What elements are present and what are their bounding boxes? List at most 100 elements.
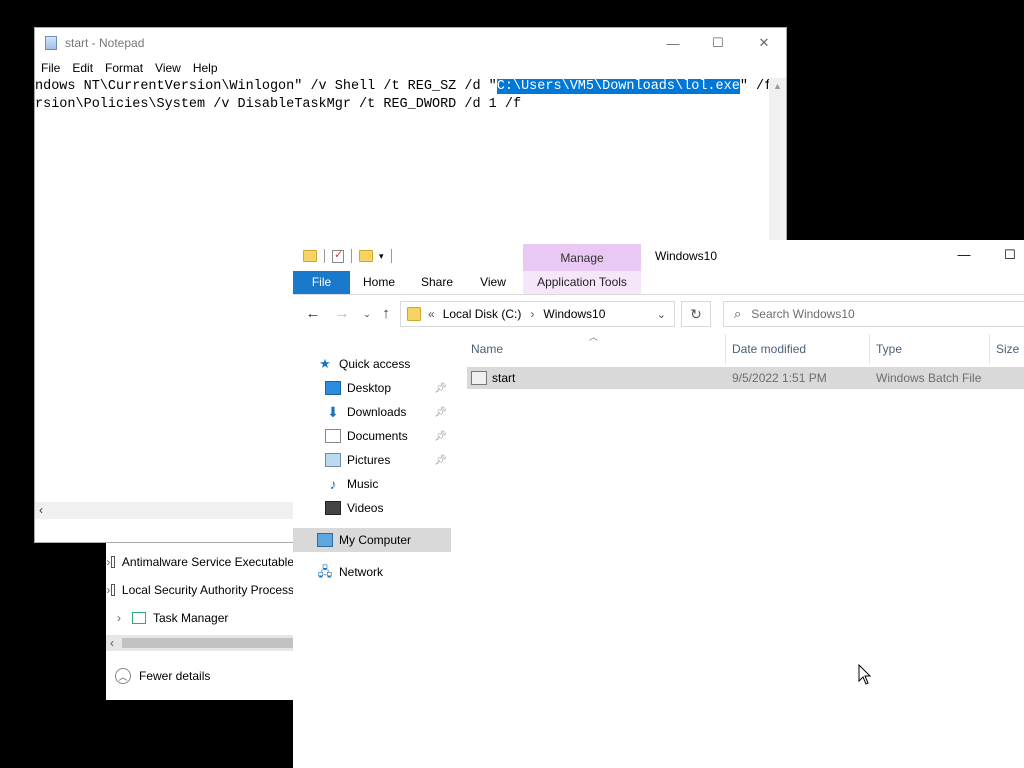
process-row[interactable]: › Local Security Authority Process: [106, 577, 294, 603]
column-header-type[interactable]: Type: [872, 334, 990, 364]
breadcrumb-local-disk[interactable]: Local Disk (C:): [443, 307, 522, 321]
tab-home[interactable]: Home: [356, 271, 402, 294]
chevron-up-icon: ︿: [115, 668, 131, 684]
tab-file[interactable]: File: [293, 271, 350, 294]
file-explorer-window: ▾ Manage Windows10 — ☐ File Home Share V…: [293, 240, 1024, 768]
nav-documents[interactable]: Documents 📌︎: [293, 424, 451, 448]
window-title: start - Notepad: [65, 36, 145, 50]
minimize-button[interactable]: —: [650, 28, 696, 58]
menu-view[interactable]: View: [149, 58, 187, 78]
maximize-button[interactable]: ☐: [987, 240, 1024, 272]
music-note-icon: ♪: [329, 476, 337, 492]
file-row[interactable]: start 9/5/2022 1:51 PM Windows Batch Fil…: [467, 367, 1024, 389]
horizontal-scrollbar[interactable]: ‹: [35, 502, 295, 519]
pin-icon[interactable]: 📌︎: [434, 431, 447, 442]
nav-videos[interactable]: Videos: [293, 496, 451, 520]
nav-network[interactable]: 🖧︎ Network: [293, 560, 451, 584]
scroll-left-icon[interactable]: ‹: [39, 502, 43, 519]
menu-file[interactable]: File: [35, 58, 66, 78]
nav-label: Documents: [347, 429, 408, 443]
pin-icon[interactable]: 📌︎: [434, 407, 447, 418]
properties-icon[interactable]: [332, 248, 344, 263]
task-manager-icon: [132, 612, 146, 624]
address-bar[interactable]: « Local Disk (C:) › Windows10 ⌄: [400, 301, 675, 327]
quick-access-toolbar: ▾: [293, 240, 523, 272]
minimize-button[interactable]: —: [941, 240, 987, 272]
nav-label: Desktop: [347, 381, 392, 395]
customize-toolbar-icon[interactable]: ▾: [379, 251, 384, 262]
fewer-details-label: Fewer details: [139, 669, 211, 683]
scroll-left-icon[interactable]: ‹: [110, 635, 114, 651]
horizontal-scrollbar[interactable]: ‹: [106, 635, 294, 651]
separator: [390, 249, 392, 263]
file-date: 9/5/2022 1:51 PM: [732, 371, 827, 385]
documents-icon: [325, 429, 341, 443]
address-dropdown-icon[interactable]: ⌄: [657, 308, 666, 321]
maximize-button[interactable]: ☐: [695, 28, 741, 58]
manage-contextual-tab[interactable]: Manage: [523, 244, 641, 271]
star-icon: ★: [319, 356, 331, 371]
nav-desktop[interactable]: Desktop 📌︎: [293, 376, 451, 400]
window-title: Windows10: [655, 249, 718, 263]
tab-view[interactable]: View: [473, 271, 513, 294]
text-line-2: rsion\Policies\System /v DisableTaskMgr …: [35, 97, 522, 112]
column-header-size[interactable]: Size: [992, 334, 1024, 364]
scroll-up-icon[interactable]: ▲: [769, 78, 786, 94]
menu-bar: File Edit Format View Help: [35, 58, 224, 78]
folder-icon: [407, 307, 421, 321]
process-name: Local Security Authority Process: [121, 583, 294, 597]
close-button[interactable]: ✕: [741, 28, 787, 58]
pin-icon[interactable]: 📌︎: [434, 455, 447, 466]
file-type: Windows Batch File: [876, 371, 982, 385]
separator: [324, 249, 325, 263]
column-header-name[interactable]: Name: [467, 334, 726, 364]
text-line-1: ndows NT\CurrentVersion\Winlogon" /v She…: [35, 78, 770, 96]
nav-label: Videos: [347, 501, 384, 515]
new-folder-icon[interactable]: [359, 250, 373, 262]
menu-format[interactable]: Format: [99, 58, 149, 78]
nav-downloads[interactable]: ⬇ Downloads 📌︎: [293, 400, 451, 424]
refresh-button[interactable]: ↻: [681, 301, 711, 327]
folder-icon: [303, 250, 317, 262]
desktop-icon: [325, 381, 341, 395]
up-arrow-icon[interactable]: ↑: [375, 302, 397, 326]
nav-label: Network: [339, 565, 384, 579]
mouse-cursor-icon: [858, 664, 872, 685]
scrollbar-thumb[interactable]: [122, 638, 294, 648]
text-segment: ndows NT\CurrentVersion\Winlogon" /v She…: [35, 79, 497, 94]
nav-my-computer[interactable]: My Computer: [293, 528, 451, 552]
nav-pictures[interactable]: Pictures 📌︎: [293, 448, 451, 472]
videos-icon: [325, 501, 341, 515]
file-name: start: [492, 371, 516, 385]
tab-share[interactable]: Share: [415, 271, 459, 294]
menu-edit[interactable]: Edit: [66, 58, 99, 78]
breadcrumb-separator-icon[interactable]: ›: [530, 307, 534, 321]
forward-arrow-icon[interactable]: →: [331, 302, 353, 326]
pin-icon[interactable]: 📌︎: [434, 383, 447, 394]
title-bar[interactable]: start - Notepad — ☐ ✕: [35, 28, 786, 58]
search-box[interactable]: ⌕ Search Windows10: [723, 301, 1024, 327]
back-arrow-icon[interactable]: ←: [302, 302, 324, 326]
process-row[interactable]: › Task Manager: [106, 605, 294, 631]
nav-quick-access[interactable]: ★ Quick access: [293, 352, 451, 376]
expand-chevron-icon[interactable]: ›: [106, 611, 132, 625]
navigation-pane: ★ Quick access Desktop 📌︎ ⬇ Downloads 📌︎…: [293, 352, 451, 612]
tab-application-tools[interactable]: Application Tools: [523, 271, 641, 294]
download-arrow-icon: ⬇: [327, 404, 339, 420]
column-header-date-modified[interactable]: Date modified: [728, 334, 870, 364]
nav-label: Music: [347, 477, 379, 491]
process-row[interactable]: › Antimalware Service Executable: [106, 549, 294, 575]
nav-label: Downloads: [347, 405, 407, 419]
overflow-chevron-icon[interactable]: «: [428, 307, 435, 321]
nav-music[interactable]: ♪ Music: [293, 472, 451, 496]
process-name: Task Manager: [153, 611, 229, 625]
breadcrumb-windows10[interactable]: Windows10: [543, 307, 605, 321]
separator: [351, 249, 352, 263]
process-name: Antimalware Service Executable: [121, 555, 294, 569]
nav-label: My Computer: [339, 533, 412, 547]
search-icon: ⌕: [734, 306, 742, 321]
ribbon-tabs: File Home Share View Application Tools: [293, 271, 1024, 295]
menu-help[interactable]: Help: [187, 58, 224, 78]
fewer-details-button[interactable]: ︿ Fewer details: [106, 664, 210, 688]
task-manager-window: › Antimalware Service Executable › Local…: [106, 540, 294, 700]
